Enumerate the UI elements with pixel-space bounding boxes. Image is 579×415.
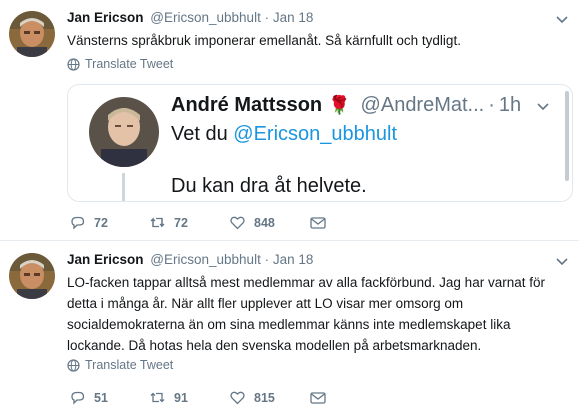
translate-label: Translate Tweet (85, 57, 174, 71)
author-name[interactable]: Jan Ericson (67, 10, 144, 25)
retweet-count: 91 (174, 390, 188, 405)
quoted-timestamp[interactable]: 1h (499, 94, 521, 117)
scrollbar[interactable] (565, 91, 569, 181)
like-button[interactable]: 848 (229, 214, 275, 231)
quoted-avatar[interactable] (89, 97, 159, 167)
direct-message-button[interactable] (309, 214, 327, 232)
avatar-photo (9, 11, 55, 57)
envelope-icon (310, 217, 326, 229)
quoted-tweet[interactable]: André Mattsson 🌹 @AndreMat... · 1h Vet d… (67, 84, 573, 202)
reply-count: 72 (94, 215, 108, 230)
quoted-author-name[interactable]: André Mattsson (171, 94, 322, 117)
separator: · (264, 10, 270, 25)
quoted-avatar-photo (89, 97, 159, 167)
heart-icon (230, 391, 245, 405)
reply-icon (71, 216, 85, 230)
thread-line (122, 173, 125, 201)
reply-button[interactable]: 51 (69, 389, 108, 406)
heart-icon (230, 216, 245, 230)
tweet[interactable]: Jan Ericson @Ericson_ubbhult · Jan 18 Vä… (0, 0, 579, 241)
chevron-down-icon[interactable] (536, 99, 550, 113)
tweet-text: LO-facken tappar alltså mest medlemmar a… (67, 272, 567, 356)
author-handle[interactable]: @Ericson_ubbhult (150, 10, 261, 25)
retweet-button[interactable]: 91 (149, 389, 188, 406)
like-count: 848 (254, 215, 275, 230)
chevron-down-icon[interactable] (555, 254, 569, 268)
direct-message-button[interactable] (309, 389, 327, 407)
avatar[interactable] (9, 11, 55, 57)
author-name[interactable]: Jan Ericson (67, 252, 144, 267)
retweet-button[interactable]: 72 (149, 214, 188, 231)
separator: · (264, 252, 270, 267)
timestamp[interactable]: Jan 18 (273, 10, 314, 25)
reply-count: 51 (94, 390, 108, 405)
globe-icon (67, 57, 80, 71)
retweet-icon (150, 392, 165, 403)
tweet-text-line: detta i många år. När allt fler upplever… (67, 296, 464, 311)
mention-link[interactable]: @Ericson_ubbhult (233, 123, 397, 145)
retweet-icon (150, 217, 165, 228)
rose-icon: 🌹 (328, 95, 351, 115)
quoted-text-prefix: Vet du (171, 123, 234, 145)
tweet-text-line: lockande. Då hotas hela den svenska mode… (67, 338, 482, 353)
author-handle[interactable]: @Ericson_ubbhult (150, 252, 261, 267)
retweet-count: 72 (174, 215, 188, 230)
like-count: 815 (254, 390, 275, 405)
quoted-author-handle[interactable]: @AndreMat... (361, 94, 485, 117)
translate-tweet-link[interactable]: Translate Tweet (67, 358, 173, 372)
chevron-down-icon[interactable] (555, 12, 569, 26)
tweet[interactable]: Jan Ericson @Ericson_ubbhult · Jan 18 LO… (0, 241, 579, 415)
envelope-icon (310, 392, 326, 404)
quoted-text-line: Vet du @Ericson_ubbhult (171, 123, 397, 146)
like-button[interactable]: 815 (229, 389, 275, 406)
tweet-header: Jan Ericson @Ericson_ubbhult · Jan 18 (67, 10, 313, 25)
tweet-header: Jan Ericson @Ericson_ubbhult · Jan 18 (67, 252, 313, 267)
translate-label: Translate Tweet (85, 358, 174, 372)
tweet-text: Vänsterns språkbruk imponerar emellanåt.… (67, 33, 461, 48)
avatar-photo (9, 253, 55, 299)
translate-tweet-link[interactable]: Translate Tweet (67, 57, 173, 71)
avatar[interactable] (9, 253, 55, 299)
reply-button[interactable]: 72 (69, 214, 108, 231)
quoted-header: André Mattsson 🌹 @AndreMat... · 1h (171, 94, 521, 117)
tweet-text-line: socialdemokraterna än om sina medlemmar … (67, 317, 511, 332)
timestamp[interactable]: Jan 18 (273, 252, 314, 267)
reply-icon (71, 391, 85, 405)
globe-icon (67, 358, 80, 372)
quoted-text-line: Du kan dra åt helvete. (171, 175, 367, 197)
tweet-text-line: LO-facken tappar alltså mest medlemmar a… (67, 275, 545, 290)
quoted-separator: · (488, 94, 495, 116)
